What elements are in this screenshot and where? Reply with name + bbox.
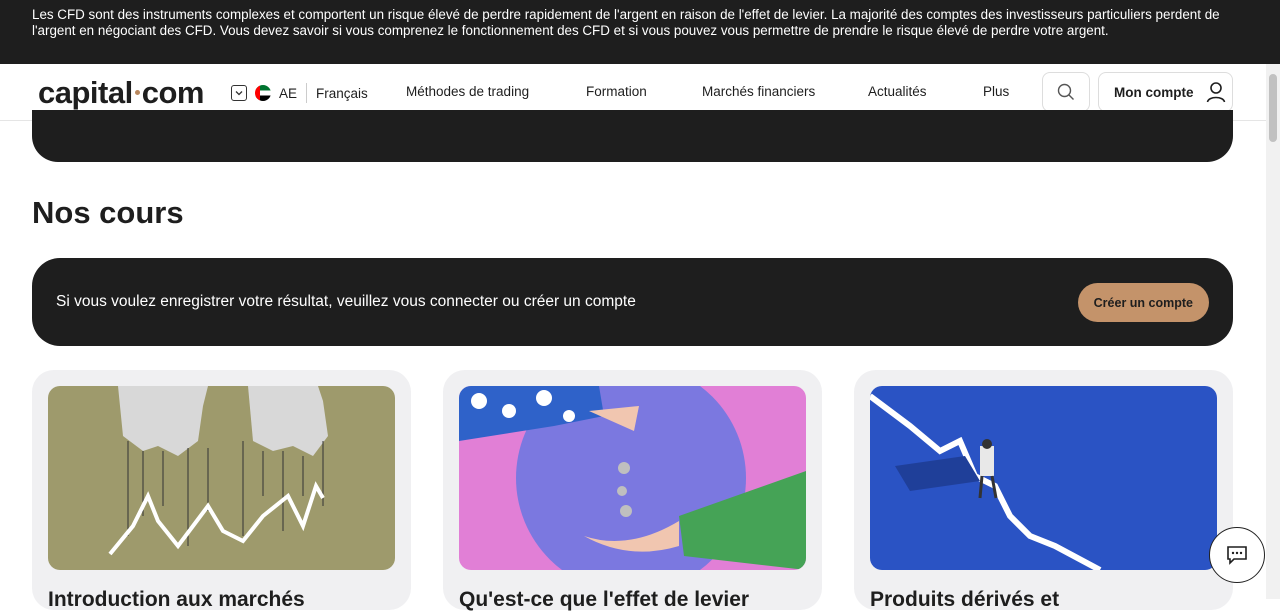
login-prompt: Si vous voulez enregistrer votre résulta… — [56, 293, 636, 310]
nav-education[interactable]: Formation — [586, 84, 647, 99]
nav-news[interactable]: Actualités — [868, 84, 927, 99]
logo[interactable]: capital com — [38, 75, 204, 111]
course-card[interactable]: Introduction aux marchés — [32, 370, 411, 612]
account-label: Mon compte — [1114, 84, 1194, 100]
nav-more[interactable]: Plus — [983, 84, 1009, 99]
account-button[interactable]: Mon compte — [1098, 72, 1233, 112]
nav-trading-methods[interactable]: Méthodes de trading — [406, 84, 529, 99]
previous-section-block — [32, 110, 1233, 162]
course-title[interactable]: Produits dérivés et — [870, 588, 1059, 612]
risk-warning-text: Les CFD sont des instruments complexes e… — [32, 7, 1220, 38]
region-code: AE — [279, 85, 298, 101]
logo-right: com — [141, 75, 205, 110]
course-card[interactable]: Produits dérivés et — [854, 370, 1233, 612]
course-image — [459, 386, 806, 570]
search-icon — [1057, 83, 1074, 100]
search-button[interactable] — [1042, 72, 1090, 112]
nav-markets[interactable]: Marchés financiers — [702, 84, 815, 99]
divider — [306, 83, 308, 103]
scrollbar[interactable] — [1266, 64, 1280, 599]
login-banner: Si vous voulez enregistrer votre résulta… — [32, 258, 1233, 346]
language-label[interactable]: Français — [316, 86, 368, 101]
chat-button[interactable] — [1209, 527, 1265, 583]
risk-warning-banner: Les CFD sont des instruments complexes e… — [0, 0, 1280, 64]
user-icon — [1206, 82, 1225, 103]
scrollbar-thumb[interactable] — [1269, 74, 1277, 142]
language-selector[interactable]: AE Français — [231, 83, 368, 103]
course-title[interactable]: Introduction aux marchés — [48, 588, 305, 612]
course-image — [870, 386, 1217, 570]
chat-icon — [1227, 546, 1247, 565]
section-title: Nos cours — [32, 195, 184, 230]
logo-left: capital — [38, 75, 133, 110]
create-account-button[interactable]: Créer un compte — [1077, 283, 1209, 322]
course-card[interactable]: Qu'est-ce que l'effet de levier — [443, 370, 822, 612]
chevron-down-icon[interactable] — [231, 85, 247, 101]
logo-dot — [134, 90, 140, 96]
course-image — [48, 386, 395, 570]
course-title[interactable]: Qu'est-ce que l'effet de levier — [459, 588, 749, 612]
uae-flag-icon — [255, 85, 271, 101]
